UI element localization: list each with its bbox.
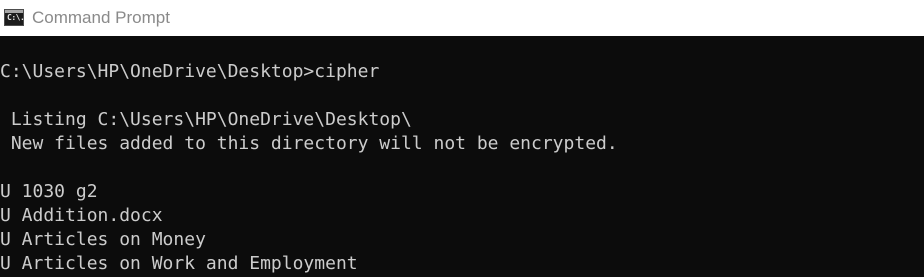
icon-label: C:\.: [7, 13, 25, 22]
file-entry: U Articles on Money: [0, 229, 206, 250]
encryption-status-line: New files added to this directory will n…: [0, 133, 618, 154]
file-entry: U Addition.docx: [0, 205, 163, 226]
window-title: Command Prompt: [32, 8, 170, 27]
command-prompt-icon[interactable]: C:\.: [4, 9, 25, 26]
command-prompt-window: C:\. Command Prompt C:\Users\HP\OneDrive…: [0, 0, 924, 277]
command-line: C:\Users\HP\OneDrive\Desktop>cipher: [0, 61, 380, 82]
title-bar[interactable]: C:\. Command Prompt: [0, 0, 924, 36]
file-entry: U Articles on Work and Employment: [0, 253, 358, 274]
console-output[interactable]: C:\Users\HP\OneDrive\Desktop>cipher List…: [0, 36, 924, 277]
file-entry: U 1030 g2: [0, 181, 98, 202]
listing-line: Listing C:\Users\HP\OneDrive\Desktop\: [0, 109, 412, 130]
